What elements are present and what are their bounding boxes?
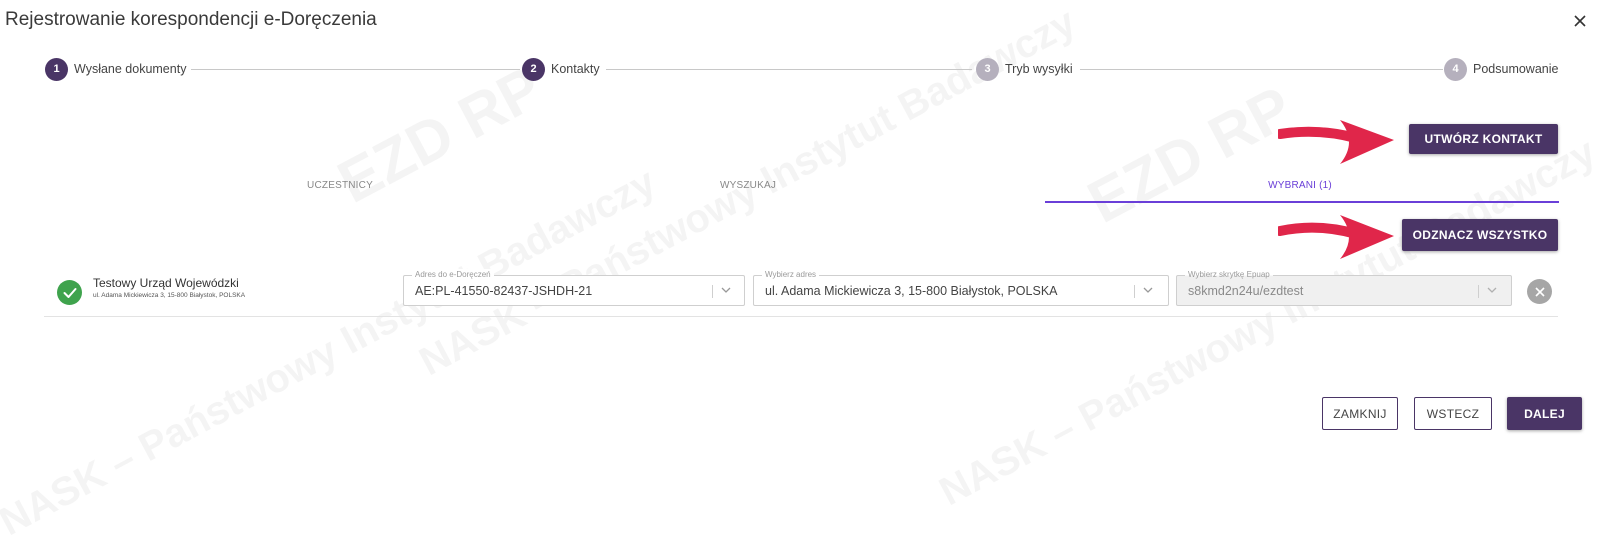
chevron-down-icon[interactable] <box>1486 284 1498 296</box>
field-label: Wybierz skrytkę Epuap <box>1185 269 1273 281</box>
field-separator <box>1478 285 1479 298</box>
deselect-all-button[interactable]: ODZNACZ WSZYSTKO <box>1402 219 1558 251</box>
field-separator <box>712 285 713 298</box>
step-connector <box>191 69 520 70</box>
field-value: ul. Adama Mickiewicza 3, 15-800 Białysto… <box>765 284 1058 298</box>
step-number: 1 <box>45 57 68 81</box>
create-contact-button[interactable]: UTWÓRZ KONTAKT <box>1409 124 1558 154</box>
field-value: s8kmd2n24u/ezdtest <box>1188 284 1304 298</box>
close-button[interactable] <box>1569 10 1591 32</box>
check-icon <box>63 287 76 298</box>
step-delivery-mode[interactable]: 3 Tryb wysyłki <box>976 57 1073 81</box>
watermark-text: NASK – Państwowy Instytut Badawczy <box>0 159 663 545</box>
step-contacts[interactable]: 2 Kontakty <box>522 57 600 81</box>
tab-selected[interactable]: WYBRANI (1) <box>1240 180 1360 191</box>
stepper: 1 Wysłane dokumenty 2 Kontakty 3 Tryb wy… <box>0 57 1600 83</box>
step-label: Wysłane dokumenty <box>74 62 187 76</box>
dialog-title: Rejestrowanie korespondencji e-Doręczeni… <box>5 9 377 30</box>
epuap-box-select[interactable]: Wybierz skrytkę Epuap s8kmd2n24u/ezdtest <box>1176 269 1512 306</box>
next-button[interactable]: DALEJ <box>1507 397 1582 430</box>
step-number: 4 <box>1444 57 1467 81</box>
close-icon <box>1574 15 1586 27</box>
back-button[interactable]: WSTECZ <box>1414 397 1492 430</box>
tab-participants[interactable]: UCZESTNICY <box>280 180 400 191</box>
active-tab-indicator <box>1045 201 1559 203</box>
tab-search[interactable]: WYSZUKAJ <box>688 180 808 191</box>
remove-contact-button[interactable] <box>1527 279 1552 304</box>
selected-checkmark[interactable] <box>57 280 82 305</box>
edelivery-address-select[interactable]: Adres do e-Doręczeń AE:PL-41550-82437-JS… <box>403 269 745 306</box>
step-number: 2 <box>522 57 545 81</box>
watermark-text: EZD RP <box>1077 73 1303 236</box>
step-label: Tryb wysyłki <box>1005 62 1073 76</box>
step-label: Podsumowanie <box>1473 62 1559 76</box>
contact-address: ul. Adama Mickiewicza 3, 15-800 Białysto… <box>93 292 246 299</box>
step-connector <box>1080 69 1443 70</box>
chevron-down-icon[interactable] <box>1142 284 1154 296</box>
row-divider <box>44 316 1558 317</box>
annotation-arrow-icon <box>1278 120 1394 164</box>
annotation-arrow-icon <box>1278 215 1394 259</box>
field-separator <box>1134 285 1135 298</box>
step-label: Kontakty <box>551 62 600 76</box>
step-sent-documents[interactable]: 1 Wysłane dokumenty <box>45 57 186 81</box>
field-label: Adres do e-Doręczeń <box>412 269 494 281</box>
step-connector <box>606 69 972 70</box>
contact-name: Testowy Urząd Wojewódzki <box>93 276 239 290</box>
field-value: AE:PL-41550-82437-JSHDH-21 <box>415 284 593 298</box>
address-select[interactable]: Wybierz adres ul. Adama Mickiewicza 3, 1… <box>753 269 1169 306</box>
close-icon <box>1534 286 1545 297</box>
step-number: 3 <box>976 57 999 81</box>
step-summary[interactable]: 4 Podsumowanie <box>1444 57 1558 81</box>
field-label: Wybierz adres <box>762 269 820 281</box>
chevron-down-icon[interactable] <box>720 284 732 296</box>
close-dialog-button[interactable]: ZAMKNIJ <box>1322 397 1398 430</box>
